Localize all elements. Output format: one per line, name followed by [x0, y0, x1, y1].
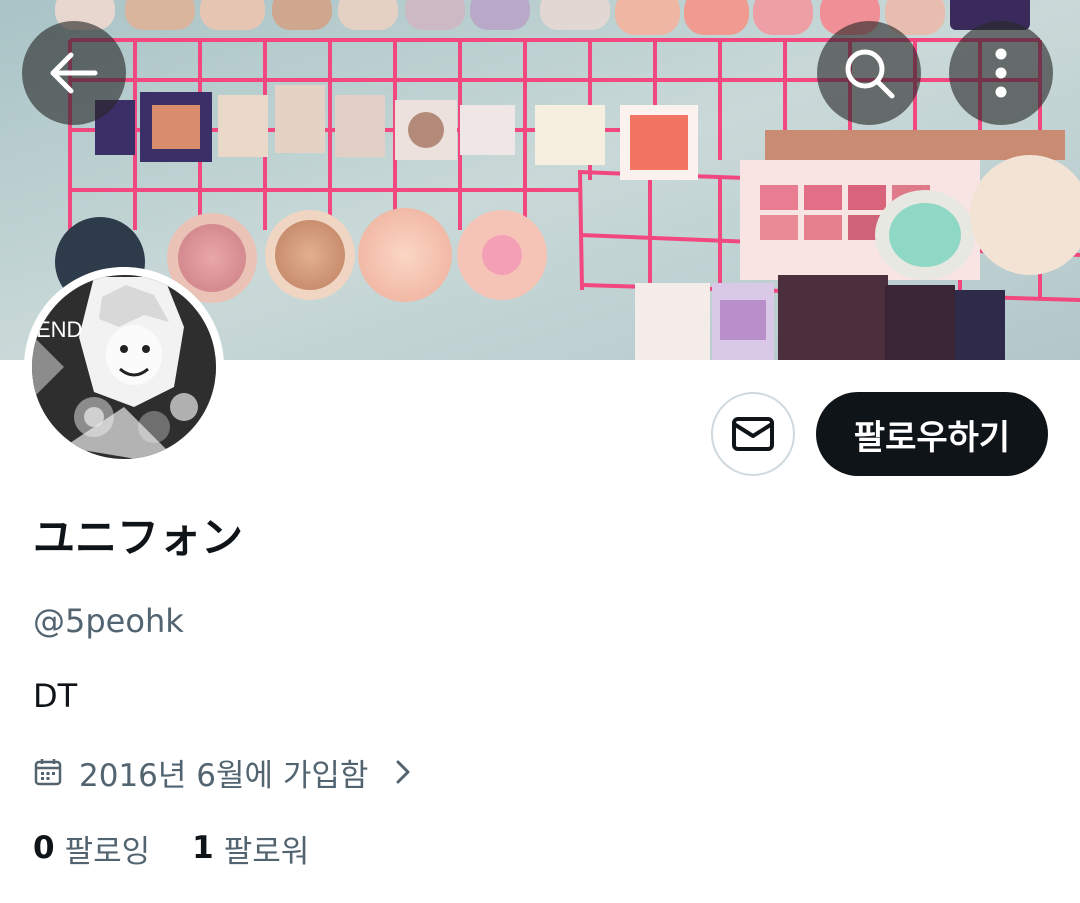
followers-stat[interactable]: 1 팔로워 — [192, 826, 309, 871]
search-icon — [845, 49, 895, 99]
joined-date-row[interactable]: 2016년 6월에 가입함 — [33, 750, 414, 794]
follow-stats: 0 팔로잉 1 팔로워 — [33, 826, 309, 870]
more-vertical-icon — [995, 48, 1007, 98]
envelope-icon — [732, 417, 774, 451]
chevron-right-icon — [396, 760, 410, 784]
calendar-icon — [34, 759, 62, 786]
avatar[interactable]: END — [24, 267, 224, 467]
user-handle: @5peohk — [33, 602, 184, 640]
profile-page: END 팔로우하기 ユニフォン @5peohk DT 2016년 6월에 가입함 — [0, 0, 1080, 903]
avatar-image: END — [24, 267, 224, 467]
following-stat[interactable]: 0 팔로잉 — [33, 826, 150, 871]
following-label: 팔로잉 — [64, 833, 151, 870]
more-options-button[interactable] — [949, 21, 1053, 125]
bio: DT — [33, 677, 78, 715]
followers-count: 1 — [192, 830, 214, 866]
follow-button[interactable]: 팔로우하기 — [816, 392, 1048, 476]
search-button[interactable] — [817, 21, 921, 125]
followers-label: 팔로워 — [223, 833, 310, 870]
message-button[interactable] — [711, 392, 795, 476]
back-button[interactable] — [22, 21, 126, 125]
joined-date-text: 2016년 6월에 가입함 — [79, 757, 369, 794]
arrow-left-icon — [50, 52, 98, 94]
display-name: ユニフォン — [33, 513, 244, 562]
following-count: 0 — [33, 830, 55, 866]
